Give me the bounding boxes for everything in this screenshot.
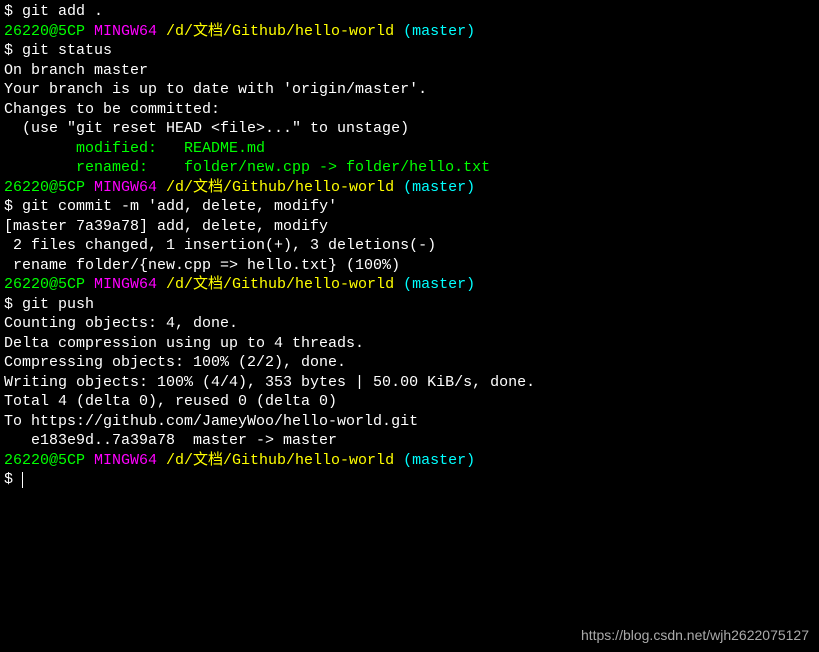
output-line: Delta compression using up to 4 threads. (4, 334, 815, 354)
watermark-text: https://blog.csdn.net/wjh2622075127 (581, 626, 809, 644)
branch-name: (master) (394, 179, 475, 196)
prompt-symbol: $ (4, 198, 22, 215)
output-line: (use "git reset HEAD <file>..." to unsta… (4, 119, 815, 139)
output-line: Writing objects: 100% (4/4), 353 bytes |… (4, 373, 815, 393)
shell-system: MINGW64 (85, 452, 157, 469)
command-text: git add . (22, 3, 103, 20)
cwd-path: /d/文档/Github/hello-world (157, 452, 394, 469)
prompt-symbol: $ (4, 42, 22, 59)
branch-name: (master) (394, 276, 475, 293)
prompt-line: 26220@5CP MINGW64 /d/文档/Github/hello-wor… (4, 451, 815, 471)
command-text: git push (22, 296, 94, 313)
user-host: 26220@5CP (4, 179, 85, 196)
user-host: 26220@5CP (4, 452, 85, 469)
user-host: 26220@5CP (4, 23, 85, 40)
output-line: To https://github.com/JameyWoo/hello-wor… (4, 412, 815, 432)
cwd-path: /d/文档/Github/hello-world (157, 23, 394, 40)
staged-file-line: modified: README.md (4, 139, 815, 159)
output-line: Counting objects: 4, done. (4, 314, 815, 334)
output-line: On branch master (4, 61, 815, 81)
prompt-line: 26220@5CP MINGW64 /d/文档/Github/hello-wor… (4, 178, 815, 198)
user-host: 26220@5CP (4, 276, 85, 293)
cwd-path: /d/文档/Github/hello-world (157, 276, 394, 293)
command-text: git commit -m 'add, delete, modify' (22, 198, 337, 215)
output-line: [master 7a39a78] add, delete, modify (4, 217, 815, 237)
command-line[interactable]: $ (4, 470, 815, 490)
prompt-line: 26220@5CP MINGW64 /d/文档/Github/hello-wor… (4, 275, 815, 295)
output-line: Your branch is up to date with 'origin/m… (4, 80, 815, 100)
cwd-path: /d/文档/Github/hello-world (157, 179, 394, 196)
prompt-symbol: $ (4, 3, 22, 20)
command-line: $ git add . (4, 2, 815, 22)
cursor-icon (22, 472, 30, 488)
command-line: $ git commit -m 'add, delete, modify' (4, 197, 815, 217)
branch-name: (master) (394, 452, 475, 469)
staged-file-line: renamed: folder/new.cpp -> folder/hello.… (4, 158, 815, 178)
prompt-line: 26220@5CP MINGW64 /d/文档/Github/hello-wor… (4, 22, 815, 42)
shell-system: MINGW64 (85, 179, 157, 196)
prompt-symbol: $ (4, 296, 22, 313)
shell-system: MINGW64 (85, 276, 157, 293)
command-line: $ git status (4, 41, 815, 61)
shell-system: MINGW64 (85, 23, 157, 40)
output-line: rename folder/{new.cpp => hello.txt} (10… (4, 256, 815, 276)
output-line: Compressing objects: 100% (2/2), done. (4, 353, 815, 373)
output-line: e183e9d..7a39a78 master -> master (4, 431, 815, 451)
prompt-symbol: $ (4, 471, 22, 488)
output-line: 2 files changed, 1 insertion(+), 3 delet… (4, 236, 815, 256)
command-line: $ git push (4, 295, 815, 315)
command-text: git status (22, 42, 112, 59)
output-line: Changes to be committed: (4, 100, 815, 120)
output-line: Total 4 (delta 0), reused 0 (delta 0) (4, 392, 815, 412)
branch-name: (master) (394, 23, 475, 40)
